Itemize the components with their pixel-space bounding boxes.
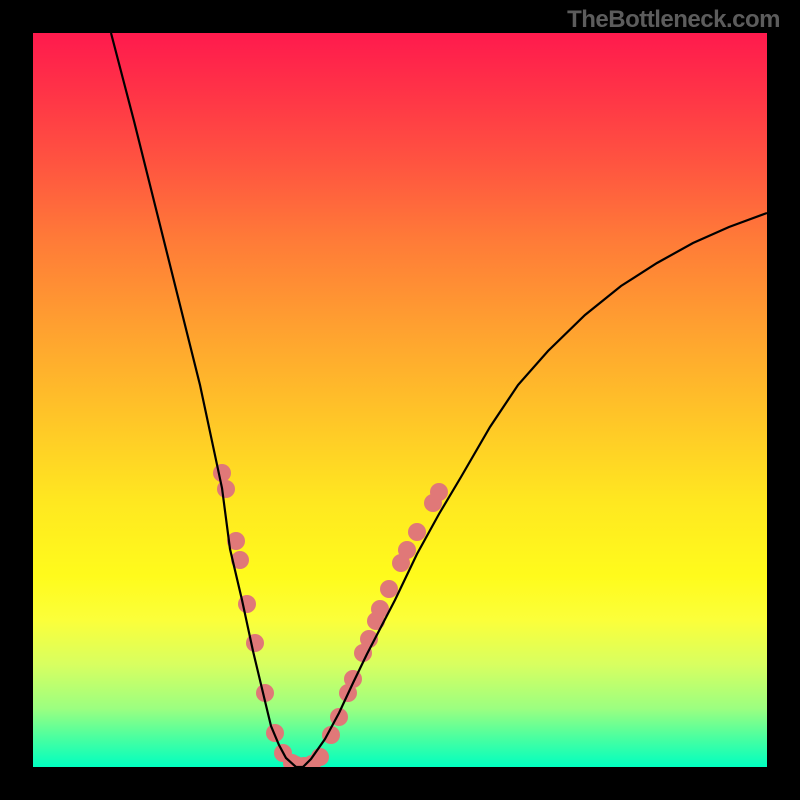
curve-layer bbox=[33, 33, 767, 767]
marker-dot bbox=[398, 541, 416, 559]
marker-dot bbox=[380, 580, 398, 598]
chart-frame: TheBottleneck.com bbox=[0, 0, 800, 800]
left-curve bbox=[111, 33, 303, 767]
plot-area bbox=[33, 33, 767, 767]
marker-dot bbox=[213, 464, 231, 482]
right-curve bbox=[303, 213, 767, 767]
marker-dot bbox=[430, 483, 448, 501]
watermark-text: TheBottleneck.com bbox=[567, 6, 780, 34]
marker-dot bbox=[408, 523, 426, 541]
marker-dot bbox=[217, 480, 235, 498]
marker-dot bbox=[246, 634, 264, 652]
marker-dots bbox=[213, 464, 448, 767]
